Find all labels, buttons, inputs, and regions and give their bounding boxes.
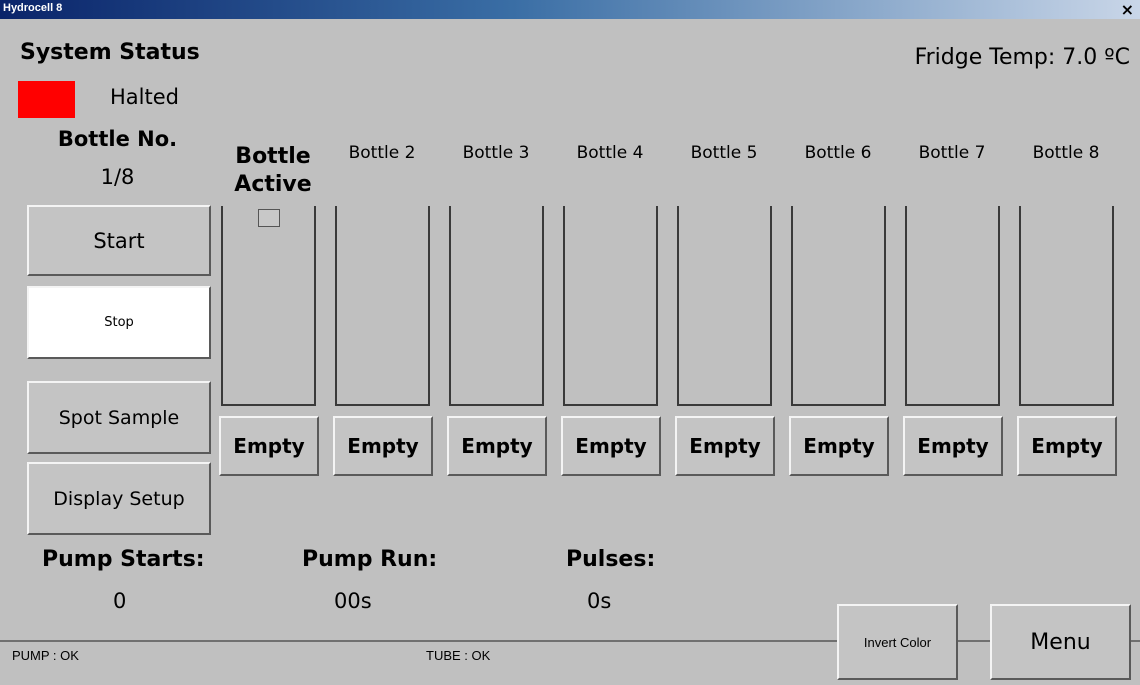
bottle-active-label: Bottle Active: [218, 143, 328, 199]
fridge-temp: Fridge Temp: 7.0 ºC: [914, 45, 1130, 70]
system-status-heading: System Status: [20, 40, 200, 65]
bottle-label: Bottle 7: [918, 143, 986, 163]
bottle-active-line1: Bottle: [235, 144, 311, 169]
invert-color-button[interactable]: Invert Color: [837, 604, 958, 680]
pump-status: PUMP : OK: [12, 648, 79, 663]
bottle-active-checkbox[interactable]: [258, 209, 280, 227]
bottle-container: [221, 206, 316, 406]
bottle-empty-button[interactable]: Empty: [219, 416, 319, 476]
bottle-label: Bottle 4: [576, 143, 644, 163]
menu-button[interactable]: Menu: [990, 604, 1131, 680]
stop-button[interactable]: Stop: [27, 286, 211, 359]
bottle-empty-button[interactable]: Empty: [903, 416, 1003, 476]
hydrocell-window: Hydrocell 8 × System Status Fridge Temp:…: [0, 0, 1140, 685]
close-icon[interactable]: ×: [1121, 0, 1134, 19]
display-setup-button[interactable]: Display Setup: [27, 462, 211, 535]
status-text: Halted: [110, 85, 179, 109]
bottle-active-line2: Active: [234, 172, 312, 197]
title-bar: Hydrocell 8 ×: [0, 0, 1140, 19]
tube-status: TUBE : OK: [426, 648, 491, 663]
bottle-empty-button[interactable]: Empty: [789, 416, 889, 476]
spot-sample-button[interactable]: Spot Sample: [27, 381, 211, 454]
bottle-empty-button[interactable]: Empty: [333, 416, 433, 476]
bottle-label: Bottle 5: [690, 143, 758, 163]
bottle-no-label: Bottle No.: [57, 127, 178, 151]
pulses-value: 0s: [587, 589, 612, 613]
bottle-no-value: 1/8: [100, 165, 135, 189]
pump-starts-label: Pump Starts:: [42, 547, 205, 572]
bottle-container: [449, 206, 544, 406]
bottle-empty-button[interactable]: Empty: [447, 416, 547, 476]
bottle-label: Bottle 2: [348, 143, 416, 163]
bottle-container: [677, 206, 772, 406]
bottle-container: [1019, 206, 1114, 406]
status-divider: [0, 640, 1140, 642]
status-indicator: [18, 81, 75, 118]
bottle-label: Bottle 6: [804, 143, 872, 163]
pulses-label: Pulses:: [566, 547, 656, 572]
bottle-empty-button[interactable]: Empty: [1017, 416, 1117, 476]
bottle-empty-button[interactable]: Empty: [561, 416, 661, 476]
window-title: Hydrocell 8: [3, 2, 63, 14]
bottle-container: [905, 206, 1000, 406]
bottle-container: [335, 206, 430, 406]
pump-starts-value: 0: [113, 589, 127, 613]
bottle-container: [791, 206, 886, 406]
bottle-label: Bottle 8: [1032, 143, 1100, 163]
bottle-container: [563, 206, 658, 406]
bottle-empty-button[interactable]: Empty: [675, 416, 775, 476]
start-button[interactable]: Start: [27, 205, 211, 276]
pump-run-label: Pump Run:: [302, 547, 438, 572]
pump-run-value: 00s: [334, 589, 372, 613]
bottle-label: Bottle 3: [462, 143, 530, 163]
